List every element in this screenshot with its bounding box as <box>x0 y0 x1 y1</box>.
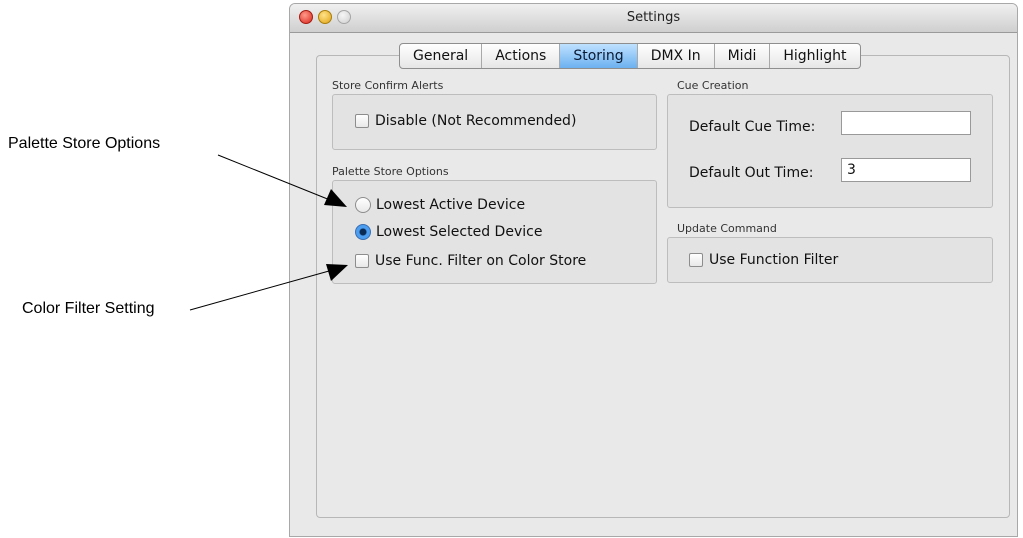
default-cue-time-input[interactable] <box>841 111 971 135</box>
lowest-selected-device-radio[interactable] <box>355 224 371 240</box>
use-function-filter-label: Use Function Filter <box>709 252 839 268</box>
default-out-time-input[interactable] <box>841 158 971 182</box>
tab-bar: General Actions Storing DMX In Midi High… <box>399 43 861 69</box>
tab-general[interactable]: General <box>400 44 483 68</box>
use-func-filter-color-store-label: Use Func. Filter on Color Store <box>375 253 587 269</box>
window-title: Settings <box>626 10 681 25</box>
disable-alerts-option[interactable]: Disable (Not Recommended) <box>355 113 576 129</box>
tab-storing[interactable]: Storing <box>560 44 638 68</box>
disable-alerts-checkbox[interactable] <box>355 114 369 128</box>
store-confirm-alerts-group: Disable (Not Recommended) <box>332 94 657 150</box>
lowest-active-device-option[interactable]: Lowest Active Device <box>355 197 525 213</box>
use-function-filter-option[interactable]: Use Function Filter <box>689 252 838 268</box>
use-func-filter-color-store-checkbox[interactable] <box>355 254 369 268</box>
lowest-selected-device-label: Lowest Selected Device <box>376 224 543 240</box>
lowest-selected-device-option[interactable]: Lowest Selected Device <box>355 224 542 240</box>
cue-creation-group: Default Cue Time: Default Out Time: <box>667 94 993 208</box>
lowest-active-device-label: Lowest Active Device <box>376 197 526 213</box>
callout-color-filter-setting: Color Filter Setting <box>22 300 155 317</box>
callout-palette-store-options: Palette Store Options <box>8 135 161 152</box>
store-confirm-alerts-label: Store Confirm Alerts <box>332 79 444 92</box>
disable-alerts-label: Disable (Not Recommended) <box>375 113 577 129</box>
use-func-filter-color-store-option[interactable]: Use Func. Filter on Color Store <box>355 253 586 269</box>
default-cue-time-label: Default Cue Time: <box>689 119 816 135</box>
cue-creation-label: Cue Creation <box>677 79 749 92</box>
tab-highlight[interactable]: Highlight <box>770 44 859 68</box>
tab-midi[interactable]: Midi <box>715 44 771 68</box>
lowest-active-device-radio[interactable] <box>355 197 371 213</box>
update-command-group: Use Function Filter <box>667 237 993 283</box>
palette-store-options-label: Palette Store Options <box>332 165 449 178</box>
default-out-time-label: Default Out Time: <box>689 165 814 181</box>
title-bar[interactable]: Settings <box>290 4 1017 33</box>
palette-store-options-group: Lowest Active Device Lowest Selected Dev… <box>332 180 657 284</box>
settings-window: Settings General Actions Storing DMX In … <box>289 3 1018 537</box>
tab-dmx-in[interactable]: DMX In <box>638 44 715 68</box>
tab-actions[interactable]: Actions <box>482 44 561 68</box>
use-function-filter-checkbox[interactable] <box>689 253 703 267</box>
update-command-label: Update Command <box>677 222 777 235</box>
